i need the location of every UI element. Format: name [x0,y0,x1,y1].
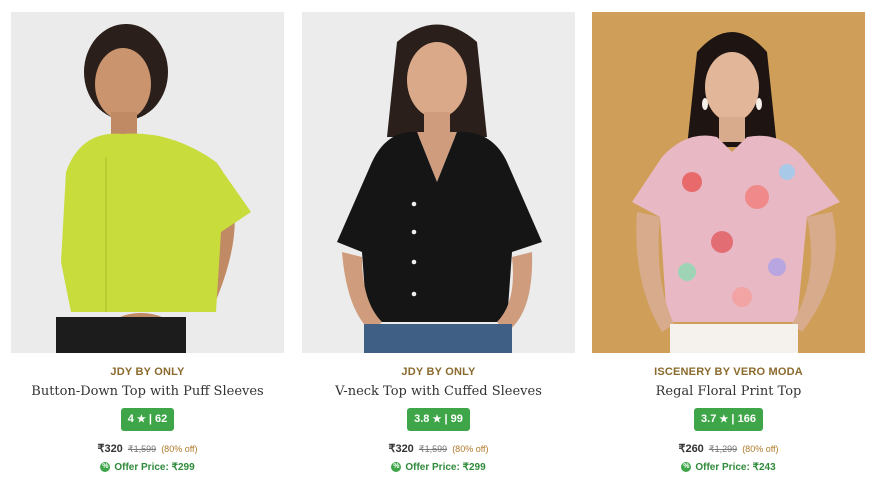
offer-tag-icon: % [681,462,692,473]
offer-price: Offer Price: ₹299 [405,462,486,473]
product-image[interactable] [302,12,575,353]
selling-price: ₹320 [388,443,414,455]
price-row: ₹320 ₹1,599 (80% off) [302,442,575,455]
review-count: 99 [450,413,463,425]
rating-badge: 3.7 ★ | 166 [694,408,763,431]
discount-label: (80% off) [161,444,198,454]
selling-price: ₹320 [97,443,123,455]
mrp-price: ₹1,599 [127,444,157,454]
discount-label: (80% off) [452,444,489,454]
rating-value: 3.8 [414,413,430,425]
rating-wrapper: 4 ★ | 62 [11,408,284,431]
product-card[interactable]: JDY BY ONLY Button-Down Top with Puff Sl… [11,12,284,473]
review-count: 62 [155,413,168,425]
product-brand: JDY BY ONLY [401,366,476,378]
rating-value: 4 [127,413,134,425]
star-icon: ★ [432,414,442,425]
rating-badge: 3.8 ★ | 99 [407,408,470,431]
product-title[interactable]: V-neck Top with Cuffed Sleeves [302,384,575,399]
offer-price: Offer Price: ₹243 [695,462,776,473]
offer-price-row: % Offer Price: ₹299 [302,462,575,473]
mrp-price: ₹1,299 [708,444,738,454]
product-brand: JDY BY ONLY [110,366,185,378]
product-image[interactable] [592,12,865,353]
product-grid: JDY BY ONLY Button-Down Top with Puff Sl… [0,0,894,477]
product-brand: ISCENERY BY VERO MODA [654,366,803,378]
product-title[interactable]: Regal Floral Print Top [592,384,865,399]
selling-price: ₹260 [678,443,704,455]
price-row: ₹320 ₹1,599 (80% off) [11,442,284,455]
product-image[interactable] [11,12,284,353]
rating-value: 3.7 [701,413,717,425]
mrp-price: ₹1,599 [418,444,448,454]
offer-price: Offer Price: ₹299 [114,462,195,473]
offer-price-row: % Offer Price: ₹243 [592,462,865,473]
price-row: ₹260 ₹1,299 (80% off) [592,442,865,455]
product-card[interactable]: ISCENERY BY VERO MODA Regal Floral Print… [592,12,865,473]
product-card[interactable]: JDY BY ONLY V-neck Top with Cuffed Sleev… [302,12,575,473]
offer-price-row: % Offer Price: ₹299 [11,462,284,473]
offer-tag-icon: % [391,462,402,473]
product-title[interactable]: Button-Down Top with Puff Sleeves [11,384,284,399]
star-icon: ★ [719,414,729,425]
offer-tag-icon: % [100,462,111,473]
discount-label: (80% off) [742,444,779,454]
star-icon: ★ [136,414,146,425]
rating-wrapper: 3.7 ★ | 166 [592,408,865,431]
rating-badge: 4 ★ | 62 [120,408,175,431]
review-count: 166 [737,413,756,425]
rating-wrapper: 3.8 ★ | 99 [302,408,575,431]
